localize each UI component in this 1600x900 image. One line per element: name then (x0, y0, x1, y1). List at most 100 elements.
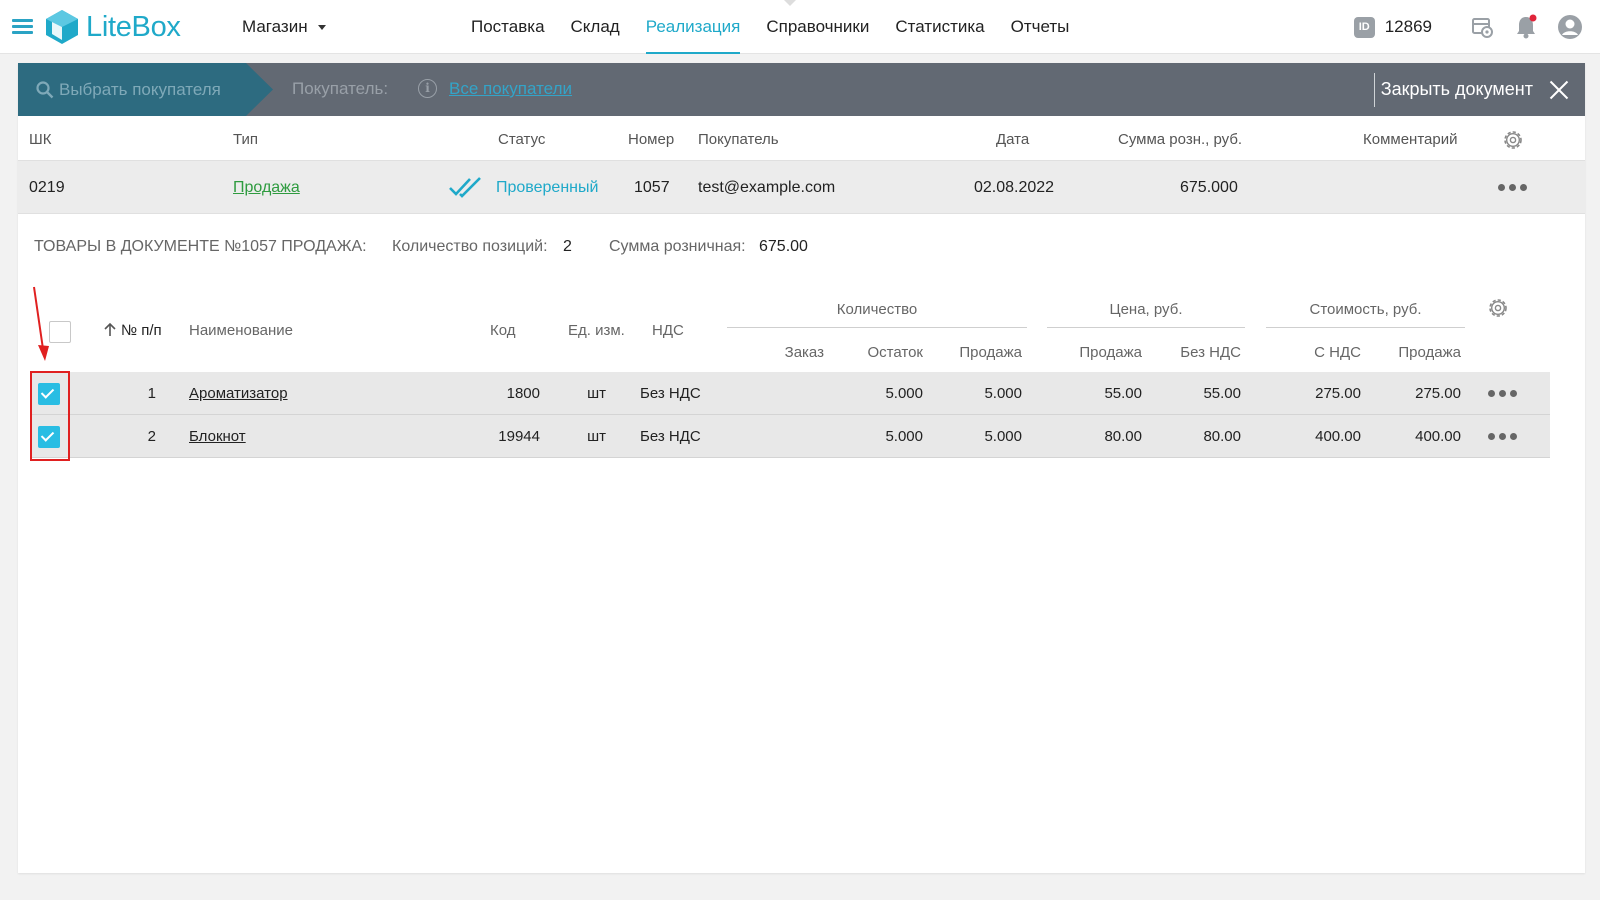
item-price-sale: 80.00 (1104, 428, 1142, 445)
doc-type-link[interactable]: Продажа (233, 179, 300, 197)
nav-item-statistics[interactable]: Статистика (882, 0, 997, 54)
item-unit: шт (587, 385, 606, 402)
item-name-link[interactable]: Блокнот (189, 428, 246, 445)
divider (1266, 327, 1465, 328)
more-options-icon[interactable] (1488, 433, 1517, 440)
more-options-icon[interactable] (1488, 390, 1517, 397)
doc-number: 1057 (634, 179, 670, 196)
retail-sum-label: Сумма розничная: (609, 238, 746, 255)
account-id: 12869 (1384, 17, 1432, 36)
item-cost-sale: 275.00 (1415, 385, 1461, 402)
close-document-label: Закрыть документ (1380, 79, 1533, 99)
items-title: ТОВАРЫ В ДОКУМЕНТЕ №1057 ПРОДАЖА: (34, 238, 367, 255)
item-remain: 5.000 (885, 428, 923, 445)
nav-hint-icon (784, 0, 796, 6)
more-options-icon[interactable] (1498, 184, 1527, 191)
search-icon (36, 80, 54, 98)
item-cost-vat: 400.00 (1315, 428, 1361, 445)
item-remain: 5.000 (885, 385, 923, 402)
col-header-remain[interactable]: Остаток (843, 344, 924, 361)
store-dropdown[interactable]: Магазин (242, 17, 326, 37)
store-label: Магазин (242, 17, 308, 36)
col-header-type: Тип (233, 131, 259, 148)
col-header-date: Дата (996, 131, 1030, 148)
col-header-sum: Сумма розн., руб. (1118, 131, 1243, 148)
logo-text: LiteBox (86, 10, 181, 43)
double-check-icon (448, 175, 484, 204)
col-header-cost-vat[interactable]: С НДС (1281, 344, 1361, 361)
col-header-name[interactable]: Наименование (189, 322, 293, 339)
item-price-novat: 80.00 (1203, 428, 1241, 445)
document-panel: Выбрать покупателя Покупатель: i Все пок… (18, 63, 1585, 873)
main-nav: Поставка Склад Реализация Справочники Ст… (458, 0, 1082, 54)
item-cost-sale: 400.00 (1415, 428, 1461, 445)
item-cost-vat: 275.00 (1315, 385, 1361, 402)
table-row[interactable]: 1 Ароматизатор 1800 шт Без НДС 5.000 5.0… (30, 372, 1550, 415)
item-name-link[interactable]: Ароматизатор (189, 385, 288, 402)
item-unit: шт (587, 428, 606, 445)
table-row[interactable]: 2 Блокнот 19944 шт Без НДС 5.000 5.000 8… (30, 415, 1550, 458)
id-badge: ID (1353, 16, 1375, 38)
info-icon[interactable]: i (418, 79, 437, 98)
divider (1373, 72, 1375, 107)
col-header-vat[interactable]: НДС (652, 322, 684, 339)
gear-icon[interactable] (1486, 296, 1510, 325)
item-price-sale: 55.00 (1104, 385, 1142, 402)
nav-item-reports[interactable]: Отчеты (998, 0, 1083, 54)
nav-item-warehouse[interactable]: Склад (558, 0, 633, 54)
row-num: 1 (147, 385, 156, 402)
doc-buyer: test@example.com (698, 179, 836, 196)
gear-icon[interactable] (1501, 128, 1525, 157)
highlight-box (30, 371, 70, 461)
row-num: 2 (147, 428, 156, 445)
close-document-button[interactable]: Закрыть документ (1373, 63, 1585, 116)
retail-sum-value: 675.00 (759, 238, 808, 255)
col-header-cost-sale[interactable]: Продажа (1381, 344, 1461, 361)
item-code: 19944 (498, 428, 540, 445)
col-header-barcode: ШК (29, 131, 52, 148)
col-header-sale-qty[interactable]: Продажа (942, 344, 1022, 361)
item-price-novat: 55.00 (1203, 385, 1241, 402)
bell-icon[interactable] (1512, 13, 1540, 41)
col-header-status: Статус (498, 131, 546, 148)
litebox-logo-icon (46, 10, 78, 44)
col-header-unit[interactable]: Ед. изм. (568, 322, 625, 339)
doc-barcode: 0219 (29, 179, 65, 196)
top-header: LiteBox Магазин Поставка Склад Реализаци… (0, 0, 1600, 54)
col-header-order[interactable]: Заказ (744, 344, 824, 361)
count-label: Количество позиций: (392, 238, 548, 255)
buyer-bar: Выбрать покупателя Покупатель: i Все пок… (18, 63, 1585, 116)
col-group-cost: Стоимость, руб. (1309, 301, 1422, 318)
doc-sum: 675.000 (1180, 179, 1238, 196)
sort-asc-icon[interactable] (104, 322, 116, 340)
col-header-num[interactable]: № п/п (121, 322, 162, 339)
col-header-number: Номер (628, 131, 675, 148)
select-buyer-label: Выбрать покупателя (59, 79, 221, 99)
nav-item-references[interactable]: Справочники (753, 0, 882, 54)
document-row[interactable]: 0219 Продажа Проверенный 1057 test@examp… (18, 160, 1585, 214)
col-header-price-novat[interactable]: Без НДС (1161, 344, 1241, 361)
select-buyer-button[interactable]: Выбрать покупателя (18, 63, 273, 116)
header-right: ID 12869 (1353, 12, 1584, 42)
col-header-code[interactable]: Код (490, 322, 516, 339)
user-icon[interactable] (1556, 13, 1584, 41)
col-header-price-sale[interactable]: Продажа (1062, 344, 1142, 361)
item-vat: Без НДС (640, 385, 701, 402)
col-header-comment: Комментарий (1363, 131, 1458, 148)
count-value: 2 (563, 238, 572, 255)
buyer-label: Покупатель: (292, 79, 389, 98)
col-header-buyer: Покупатель (698, 131, 779, 148)
col-group-quantity: Количество (836, 301, 918, 318)
annotation-arrow-icon (33, 286, 49, 361)
doc-status: Проверенный (496, 179, 599, 196)
nav-item-sales[interactable]: Реализация (633, 0, 754, 54)
store-settings-icon[interactable] (1468, 13, 1496, 41)
doc-date: 02.08.2022 (974, 179, 1055, 196)
close-icon (1547, 78, 1571, 102)
all-buyers-link[interactable]: Все покупатели (449, 79, 572, 99)
divider (1047, 327, 1245, 328)
item-code: 1800 (506, 385, 540, 402)
menu-icon[interactable] (12, 19, 33, 34)
logo[interactable]: LiteBox (46, 9, 181, 45)
nav-item-supply[interactable]: Поставка (458, 0, 558, 54)
